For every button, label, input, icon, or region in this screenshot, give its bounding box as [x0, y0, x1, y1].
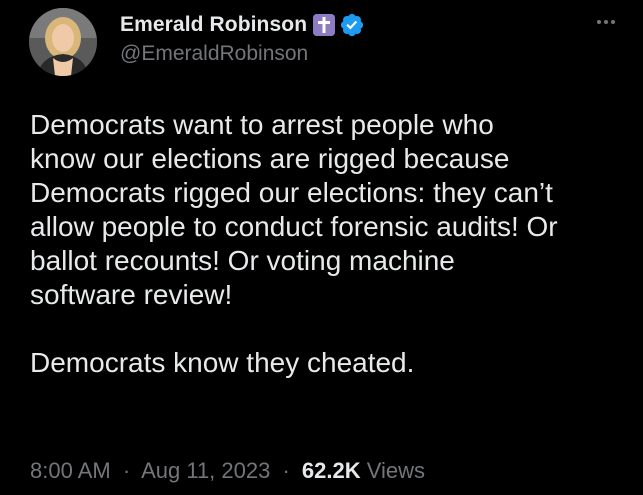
- avatar-image: [29, 8, 97, 76]
- cross-icon: [313, 14, 336, 36]
- meta-separator: ·: [122, 458, 131, 483]
- handle[interactable]: @EmeraldRobinson: [120, 42, 583, 66]
- more-dots-icon: [597, 20, 601, 24]
- tweet-meta: 8:00 AM · Aug 11, 2023 · 62.2K Views: [30, 458, 425, 484]
- display-name[interactable]: Emerald Robinson: [120, 13, 307, 37]
- meta-separator: ·: [282, 458, 290, 483]
- verified-icon[interactable]: [339, 12, 365, 38]
- tweet-time[interactable]: 8:00 AM: [30, 458, 111, 483]
- more-options-button[interactable]: [591, 10, 621, 34]
- more-dot: [611, 20, 615, 24]
- tweet-paragraph-2: Democrats know they cheated.: [30, 347, 415, 378]
- views-label: Views: [366, 458, 426, 483]
- tweet-date[interactable]: Aug 11, 2023: [141, 458, 270, 483]
- more-dot: [604, 20, 608, 24]
- tweet-card: Emerald Robinson @EmeraldRobinson Democr…: [0, 0, 643, 495]
- name-row: Emerald Robinson: [120, 10, 583, 40]
- tweet-paragraph-1: Democrats want to arrest people who know…: [30, 109, 558, 310]
- tweet-header: Emerald Robinson @EmeraldRobinson: [120, 10, 583, 66]
- avatar[interactable]: [29, 8, 97, 76]
- views-count[interactable]: 62.2K: [302, 458, 361, 483]
- tweet-text: Democrats want to arrest people who know…: [30, 108, 630, 380]
